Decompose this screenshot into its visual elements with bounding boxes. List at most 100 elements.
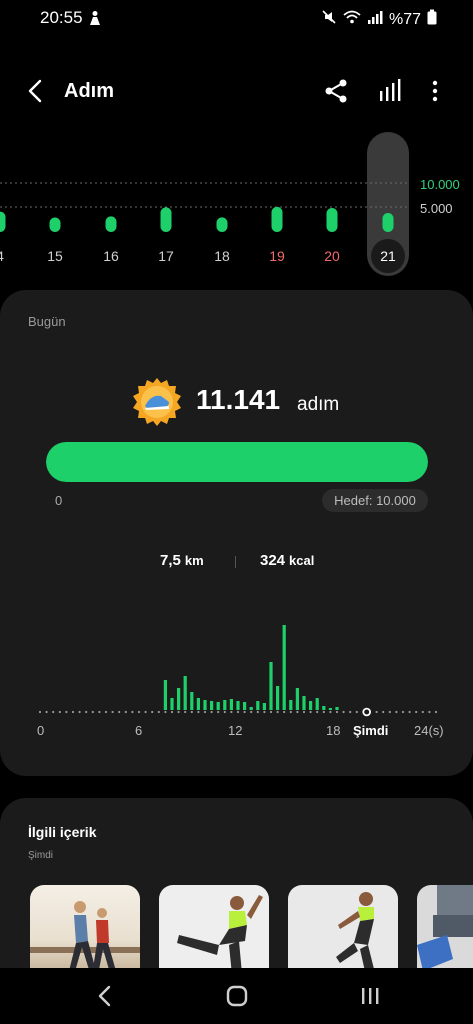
week-day-label-21[interactable]: 21 (368, 248, 408, 264)
hour-bar (210, 701, 214, 710)
hour-axis-dot (78, 710, 81, 714)
week-bar-15 (49, 217, 61, 232)
hour-axis-dot (408, 710, 411, 714)
hour-bar (269, 662, 273, 710)
hour-axis-label: 6 (135, 723, 143, 738)
hour-bar (243, 702, 247, 710)
hour-axis-dot (164, 710, 167, 714)
hour-axis-dot (256, 710, 259, 714)
hourly-steps-chart[interactable]: 0 6 12 18 Şimdi 24(s) (0, 620, 473, 750)
goal-badge[interactable]: Hedef: 10.000 (322, 489, 428, 512)
battery-icon (427, 9, 437, 30)
hour-axis-dot (223, 710, 226, 714)
hour-bar (276, 686, 280, 710)
nav-back-button[interactable] (88, 980, 124, 1012)
wifi-icon (343, 9, 361, 30)
calories-value: 324 (260, 552, 286, 569)
nav-home-button[interactable] (219, 980, 255, 1012)
hour-axis-dot (58, 710, 61, 714)
share-button[interactable] (322, 76, 350, 106)
hour-axis-dot (190, 710, 193, 714)
hour-bar (177, 688, 181, 710)
hour-bar (322, 706, 326, 710)
weekly-steps-chart[interactable]: 10.000 5.000 4 15 16 17 18 19 20 21 (0, 130, 473, 280)
signal-icon (367, 9, 383, 30)
hour-axis-dot (316, 710, 319, 714)
hour-axis-dot (157, 710, 160, 714)
week-bar-17 (160, 207, 172, 232)
share-icon (325, 79, 347, 103)
hour-axis-dot (118, 710, 121, 714)
hour-axis-dot (415, 710, 418, 714)
hour-axis-dot (421, 710, 424, 714)
nav-recents-button[interactable] (352, 980, 388, 1012)
hour-axis-dot (210, 710, 213, 714)
bar-chart-icon (380, 79, 401, 101)
hour-bar (216, 702, 220, 710)
hour-bar (282, 625, 286, 710)
hour-axis-dot (250, 710, 253, 714)
progress-start-label: 0 (55, 493, 63, 508)
hour-axis-dot (45, 710, 48, 714)
status-time: 20:55 (40, 8, 83, 27)
sneaker-badge-icon (131, 376, 183, 428)
hour-axis-label: 12 (228, 723, 243, 738)
week-bar-16 (105, 216, 117, 232)
hour-bar (223, 700, 227, 710)
hour-axis-dot (335, 710, 339, 714)
hour-axis-dot (85, 710, 88, 714)
hour-axis-dot (289, 710, 292, 714)
mute-icon (321, 9, 337, 30)
week-bar-21 (382, 213, 394, 232)
week-day-label-19[interactable]: 19 (257, 248, 297, 264)
step-count-value: 11.141 (196, 384, 281, 415)
hour-axis-dot (355, 710, 358, 714)
step-goal-progress-bar (46, 442, 428, 482)
hour-axis-dot (65, 710, 68, 714)
hour-axis-dot (276, 710, 279, 714)
week-day-label-17[interactable]: 17 (146, 248, 186, 264)
hour-axis-dot (388, 710, 391, 714)
hour-axis-dot (236, 710, 240, 714)
week-day-label-18[interactable]: 18 (202, 248, 242, 264)
week-bar-18 (216, 217, 228, 232)
chart-view-button[interactable] (376, 76, 404, 106)
hour-axis-dot (375, 710, 378, 714)
today-label: Bugün (28, 314, 66, 329)
hour-axis-label: 18 (326, 723, 341, 738)
hour-bar (309, 701, 313, 710)
hour-bar (229, 699, 233, 710)
week-day-label-20[interactable]: 20 (312, 248, 352, 264)
hour-axis-dot (230, 710, 233, 714)
hour-axis-label: 0 (37, 723, 45, 738)
week-day-label-16[interactable]: 16 (91, 248, 131, 264)
hour-axis-dot (137, 710, 141, 714)
status-right-group: %77 (321, 9, 437, 30)
home-nav-icon (226, 985, 248, 1007)
more-options-button[interactable] (424, 76, 446, 106)
hour-axis-dot (177, 710, 180, 714)
hour-axis-dot (217, 710, 220, 714)
week-day-label-15[interactable]: 15 (35, 248, 75, 264)
hour-bar (183, 676, 187, 710)
hour-axis-dot (52, 710, 55, 714)
hour-axis-dot (342, 710, 345, 714)
hour-axis-dot (111, 710, 114, 714)
hour-axis-label: Şimdi (353, 723, 389, 738)
more-icon (432, 80, 438, 102)
hour-bar (289, 700, 293, 710)
page-title: Adım (64, 80, 114, 102)
hour-bar (249, 707, 253, 710)
hour-axis-dot (283, 710, 286, 714)
hour-bar (295, 688, 299, 710)
week-day-label-4[interactable]: 4 (0, 248, 20, 264)
recents-nav-icon (362, 988, 379, 1004)
hour-axis-dot (91, 710, 94, 714)
hour-bar (236, 701, 240, 710)
hour-axis-dot (296, 710, 299, 714)
person-icon (88, 10, 102, 31)
ref-line-label-10000: 10.000 (420, 177, 460, 192)
hour-bar (262, 703, 266, 710)
back-button[interactable] (22, 76, 52, 106)
back-icon (28, 79, 42, 103)
